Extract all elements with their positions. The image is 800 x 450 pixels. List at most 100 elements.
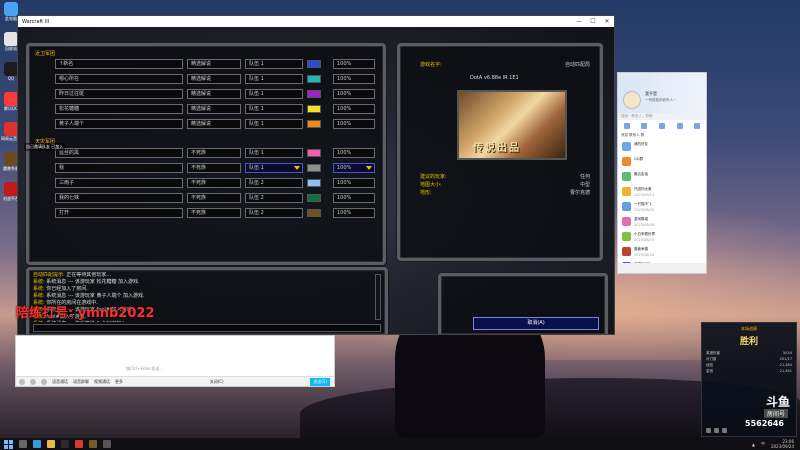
- qq-contact-search[interactable]: 搜索：联系人、群聊: [618, 113, 706, 120]
- player-name-dropdown[interactable]: 我: [55, 163, 183, 173]
- player-team-dropdown[interactable]: 队伍 2: [245, 178, 303, 188]
- player-race-dropdown[interactable]: 不死族: [187, 148, 241, 158]
- list-item[interactable]: 小白来看世界 2023/08/15: [618, 229, 706, 244]
- player-color-swatch[interactable]: [307, 105, 321, 113]
- folder-icon[interactable]: [41, 378, 47, 385]
- player-color-swatch[interactable]: [307, 90, 321, 98]
- chat-input[interactable]: [33, 324, 381, 332]
- qq-contact-tabs[interactable]: 消息 联系人 群: [618, 132, 706, 139]
- qq-message-placeholder[interactable]: 按Ctrl+Enter发送...: [126, 366, 163, 372]
- explorer-icon[interactable]: [47, 440, 55, 448]
- music-taskbar-icon[interactable]: [75, 440, 83, 448]
- player-name-dropdown[interactable]: 蓝丝的黑: [55, 148, 183, 158]
- player-team-dropdown[interactable]: 队伍 1: [245, 89, 303, 99]
- chat-scrollbar[interactable]: [375, 274, 381, 320]
- player-team-dropdown[interactable]: 队伍 1: [245, 148, 303, 158]
- player-name-dropdown[interactable]: 昨日过往斑: [55, 89, 183, 99]
- space-icon[interactable]: [676, 123, 683, 129]
- player-color-swatch[interactable]: [307, 120, 321, 128]
- player-handicap-dropdown[interactable]: 100%: [333, 59, 375, 69]
- player-color-swatch[interactable]: [307, 164, 321, 172]
- qq-tool-group-voice[interactable]: 语音群聊: [73, 379, 89, 385]
- player-handicap-dropdown[interactable]: 100%: [333, 74, 375, 84]
- player-name-dropdown[interactable]: 松花糖糖: [55, 104, 183, 114]
- player-race-dropdown[interactable]: 精选解说: [187, 59, 241, 69]
- player-team-dropdown[interactable]: 队伍 1: [245, 59, 303, 69]
- player-team-dropdown[interactable]: 队伍 1: [245, 74, 303, 84]
- player-race-dropdown[interactable]: 不死族: [187, 193, 241, 203]
- qq-tool-more[interactable]: 更多: [115, 379, 123, 385]
- player-color-swatch[interactable]: [307, 194, 321, 202]
- qq-taskbar-icon[interactable]: [61, 440, 69, 448]
- player-race-dropdown[interactable]: 不死族: [187, 178, 241, 188]
- player-name-dropdown[interactable]: 黄子人端个: [55, 119, 183, 129]
- player-name-dropdown[interactable]: 嗯心所在: [55, 74, 183, 84]
- minimize-button[interactable]: —: [572, 18, 586, 25]
- qq-tool-voice[interactable]: 语音通话: [52, 379, 68, 385]
- player-name-dropdown[interactable]: 三雨子: [55, 178, 183, 188]
- player-team-dropdown[interactable]: 队伍 1: [245, 104, 303, 114]
- player-team-dropdown[interactable]: 队伍 1: [245, 163, 303, 173]
- player-name-dropdown[interactable]: 打开: [55, 208, 183, 218]
- search-icon[interactable]: [19, 440, 27, 448]
- list-item[interactable]: 游戏群组 2023/08/16: [618, 214, 706, 229]
- player-color-swatch[interactable]: [307, 75, 321, 83]
- player-handicap-dropdown[interactable]: 100%: [333, 208, 375, 218]
- player-handicap-dropdown[interactable]: 100%: [333, 163, 375, 173]
- gift-icon[interactable]: [706, 428, 711, 433]
- group-icon[interactable]: [658, 123, 665, 129]
- cancel-button[interactable]: 取消(A): [473, 317, 599, 330]
- player-race-dropdown[interactable]: 不死族: [187, 208, 241, 218]
- player-race-dropdown[interactable]: 精选解说: [187, 104, 241, 114]
- scissors-icon[interactable]: [30, 378, 36, 385]
- player-color-swatch[interactable]: [307, 179, 321, 187]
- player-race-dropdown[interactable]: 不死族: [187, 163, 241, 173]
- browser-icon[interactable]: [33, 440, 41, 448]
- player-handicap-dropdown[interactable]: 100%: [333, 193, 375, 203]
- list-item[interactable]: 一只猫不飞 2023/08/20: [618, 199, 706, 214]
- player-name-dropdown[interactable]: ↑新名: [55, 59, 183, 69]
- qq-close-button[interactable]: 关闭(C): [210, 379, 224, 385]
- emoji-icon[interactable]: [19, 378, 25, 385]
- player-race-dropdown[interactable]: 精选解说: [187, 89, 241, 99]
- player-name-dropdown[interactable]: 我的七妹: [55, 193, 183, 203]
- close-button[interactable]: ✕: [600, 18, 614, 25]
- player-handicap-dropdown[interactable]: 100%: [333, 104, 375, 114]
- player-team-dropdown[interactable]: 队伍 2: [245, 208, 303, 218]
- maximize-button[interactable]: ☐: [586, 18, 600, 25]
- player-race-dropdown[interactable]: 精选解说: [187, 74, 241, 84]
- player-slot-row: 打开 不死族 队伍 2 100%: [55, 208, 377, 219]
- list-item[interactable]: 魔兽争霸 2023/08/10: [618, 244, 706, 259]
- qq-send-button[interactable]: 发送(S): [310, 377, 330, 386]
- player-race-dropdown[interactable]: 精选解说: [187, 119, 241, 129]
- player-color-swatch[interactable]: [307, 60, 321, 68]
- player-handicap-dropdown[interactable]: 100%: [333, 178, 375, 188]
- platform-taskbar-icon[interactable]: [103, 440, 111, 448]
- player-team-dropdown[interactable]: 队伍 1: [245, 119, 303, 129]
- clock[interactable]: 23:06 2023/09/24: [771, 439, 794, 449]
- player-color-swatch[interactable]: [307, 209, 321, 217]
- avatar[interactable]: [623, 91, 641, 109]
- mail-icon[interactable]: [694, 123, 701, 129]
- list-item[interactable]: 我的好友: [618, 139, 706, 154]
- list-item[interactable]: QQ群: [618, 154, 706, 169]
- player-handicap-dropdown[interactable]: 100%: [333, 148, 375, 158]
- chat-sender: 系统:: [33, 293, 45, 299]
- contact-title: 游戏群组: [634, 217, 648, 221]
- network-icon[interactable]: ▲: [752, 442, 755, 447]
- player-handicap-dropdown[interactable]: 100%: [333, 119, 375, 129]
- list-item[interactable]: 只因你太美 2023/09/11: [618, 184, 706, 199]
- window-titlebar[interactable]: Warcraft III — ☐ ✕: [18, 16, 614, 27]
- chat-icon[interactable]: [623, 123, 630, 129]
- language-indicator[interactable]: 中: [761, 441, 765, 447]
- list-item[interactable]: 最近会话: [618, 169, 706, 184]
- qq-tool-video[interactable]: 视频通话: [94, 379, 110, 385]
- windows-start-icon[interactable]: [4, 439, 13, 449]
- contacts-icon[interactable]: [641, 123, 648, 129]
- player-color-swatch[interactable]: [307, 149, 321, 157]
- follow-icon[interactable]: [722, 428, 727, 433]
- warcraft-taskbar-icon[interactable]: [89, 440, 97, 448]
- share-icon[interactable]: [714, 428, 719, 433]
- player-team-dropdown[interactable]: 队伍 2: [245, 193, 303, 203]
- player-handicap-dropdown[interactable]: 100%: [333, 89, 375, 99]
